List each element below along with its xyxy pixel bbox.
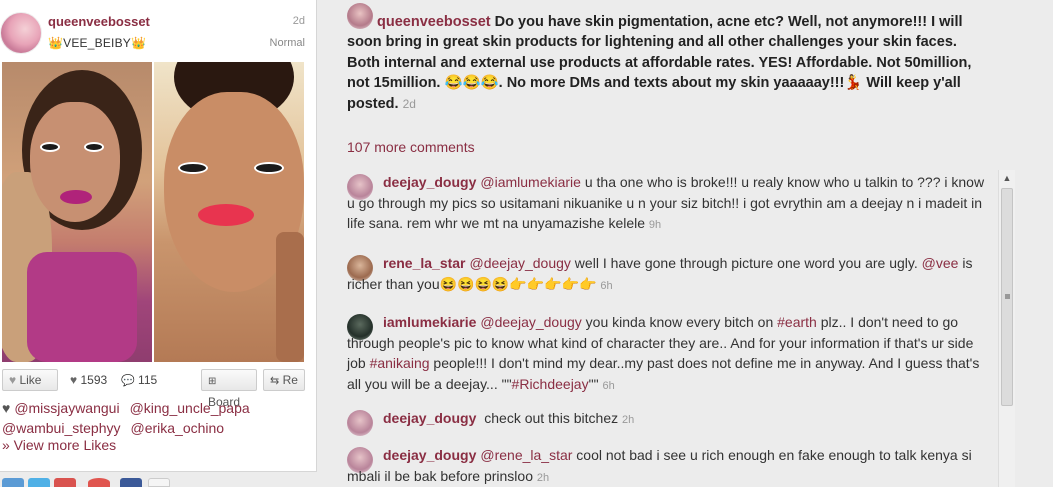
- comment-username[interactable]: rene_la_star: [383, 255, 466, 271]
- comment-text: deejay_dougy @rene_la_star cool not bad i…: [347, 447, 972, 484]
- liker-link[interactable]: @wambui_stephyy: [2, 420, 121, 436]
- facebook-icon[interactable]: [120, 478, 142, 487]
- heart-icon: ♥: [9, 373, 17, 387]
- caption: queenveebosset Do you have skin pigmenta…: [347, 12, 987, 114]
- comment-count: 💬 115: [121, 373, 158, 387]
- more-share-icon[interactable]: [148, 478, 170, 487]
- grip-icon: [1005, 294, 1010, 299]
- mention-link[interactable]: @iamlumekiarie: [480, 174, 581, 190]
- like-button[interactable]: ♥ Like: [2, 369, 58, 391]
- like-count: ♥ 1593: [70, 373, 108, 387]
- comment-time: 6h: [600, 279, 613, 292]
- caption-username[interactable]: queenveebosset: [377, 14, 491, 30]
- comments-list: deejay_dougy @iamlumekiarie u tha one who…: [340, 168, 998, 487]
- repost-icon: ⇆: [270, 375, 280, 387]
- hashtag-link[interactable]: #Richdeejay: [512, 376, 589, 392]
- post-card: queenveebosset 👑VEE_BEIBY👑 2d Normal ♥ L…: [0, 0, 317, 472]
- mention-link[interactable]: @deejay_dougy: [470, 255, 571, 271]
- comment-time: 9h: [648, 219, 662, 231]
- share-icons-row: [0, 478, 180, 487]
- view-more-likes-link[interactable]: » View more Likes: [2, 437, 116, 453]
- comment-time: 2h: [536, 471, 550, 484]
- post-username[interactable]: queenveebosset: [48, 14, 150, 29]
- comment-username[interactable]: iamlumekiarie: [383, 314, 476, 330]
- post-photo-left[interactable]: [2, 62, 152, 362]
- twitter-icon[interactable]: [28, 478, 50, 487]
- google-plus-icon[interactable]: [54, 478, 76, 487]
- comment-time: 6h: [602, 379, 615, 392]
- liker-link[interactable]: @erika_ochino: [131, 420, 225, 436]
- post-bio: 👑VEE_BEIBY👑: [48, 36, 147, 50]
- comment-text: deejay_dougy @iamlumekiarie u tha one who…: [347, 174, 985, 231]
- mention-link[interactable]: @rene_la_star: [480, 447, 572, 463]
- heart-icon: ♥: [2, 400, 11, 416]
- scroll-up-icon[interactable]: ▲: [999, 170, 1015, 186]
- plus-icon: ⊞: [208, 376, 217, 387]
- comment-username[interactable]: deejay_dougy: [383, 410, 476, 426]
- liker-link[interactable]: @missjaywangui: [14, 400, 119, 416]
- avatar[interactable]: [0, 12, 42, 54]
- liker-link[interactable]: @king_uncle_papa: [130, 400, 250, 416]
- comment-username[interactable]: deejay_dougy: [383, 174, 476, 190]
- post-header: queenveebosset 👑VEE_BEIBY👑 2d Normal: [0, 0, 317, 58]
- filter-name: Normal: [269, 37, 305, 49]
- mention-link[interactable]: @deejay_dougy: [480, 314, 581, 330]
- post-actions: ♥ Like ♥ 1593 💬 115 ⊞ Board ⇆ Re: [0, 369, 317, 409]
- more-comments-link[interactable]: 107 more comments: [347, 139, 475, 155]
- scroll-thumb[interactable]: [1001, 188, 1013, 406]
- comment-text: rene_la_star @deejay_dougy well I have go…: [347, 255, 973, 292]
- comment-text: iamlumekiarie @deejay_dougy you kinda kno…: [347, 314, 980, 392]
- comment-text: deejay_dougy check out this bitchez 2h: [383, 410, 635, 426]
- board-button[interactable]: ⊞ Board: [201, 369, 257, 409]
- share-icon[interactable]: [2, 478, 24, 487]
- comments-scrollbar[interactable]: ▲: [998, 170, 1015, 487]
- post-time: 2d: [292, 15, 305, 27]
- mention-link[interactable]: @vee: [922, 255, 959, 271]
- comment-username[interactable]: deejay_dougy: [383, 447, 476, 463]
- post-photo-right[interactable]: [154, 62, 304, 362]
- comment-time: 2h: [622, 414, 635, 426]
- likers-list: ♥ @missjaywangui @king_uncle_papa @wambui_…: [2, 398, 317, 438]
- hashtag-link[interactable]: #earth: [777, 314, 817, 330]
- heart-icon: ♥: [70, 373, 78, 387]
- pinterest-icon[interactable]: [88, 478, 110, 487]
- caption-time: 2d: [402, 96, 416, 111]
- repost-button[interactable]: ⇆ Re: [263, 369, 305, 391]
- comment-icon: 💬: [121, 375, 135, 387]
- hashtag-link[interactable]: #anikaing: [370, 355, 430, 371]
